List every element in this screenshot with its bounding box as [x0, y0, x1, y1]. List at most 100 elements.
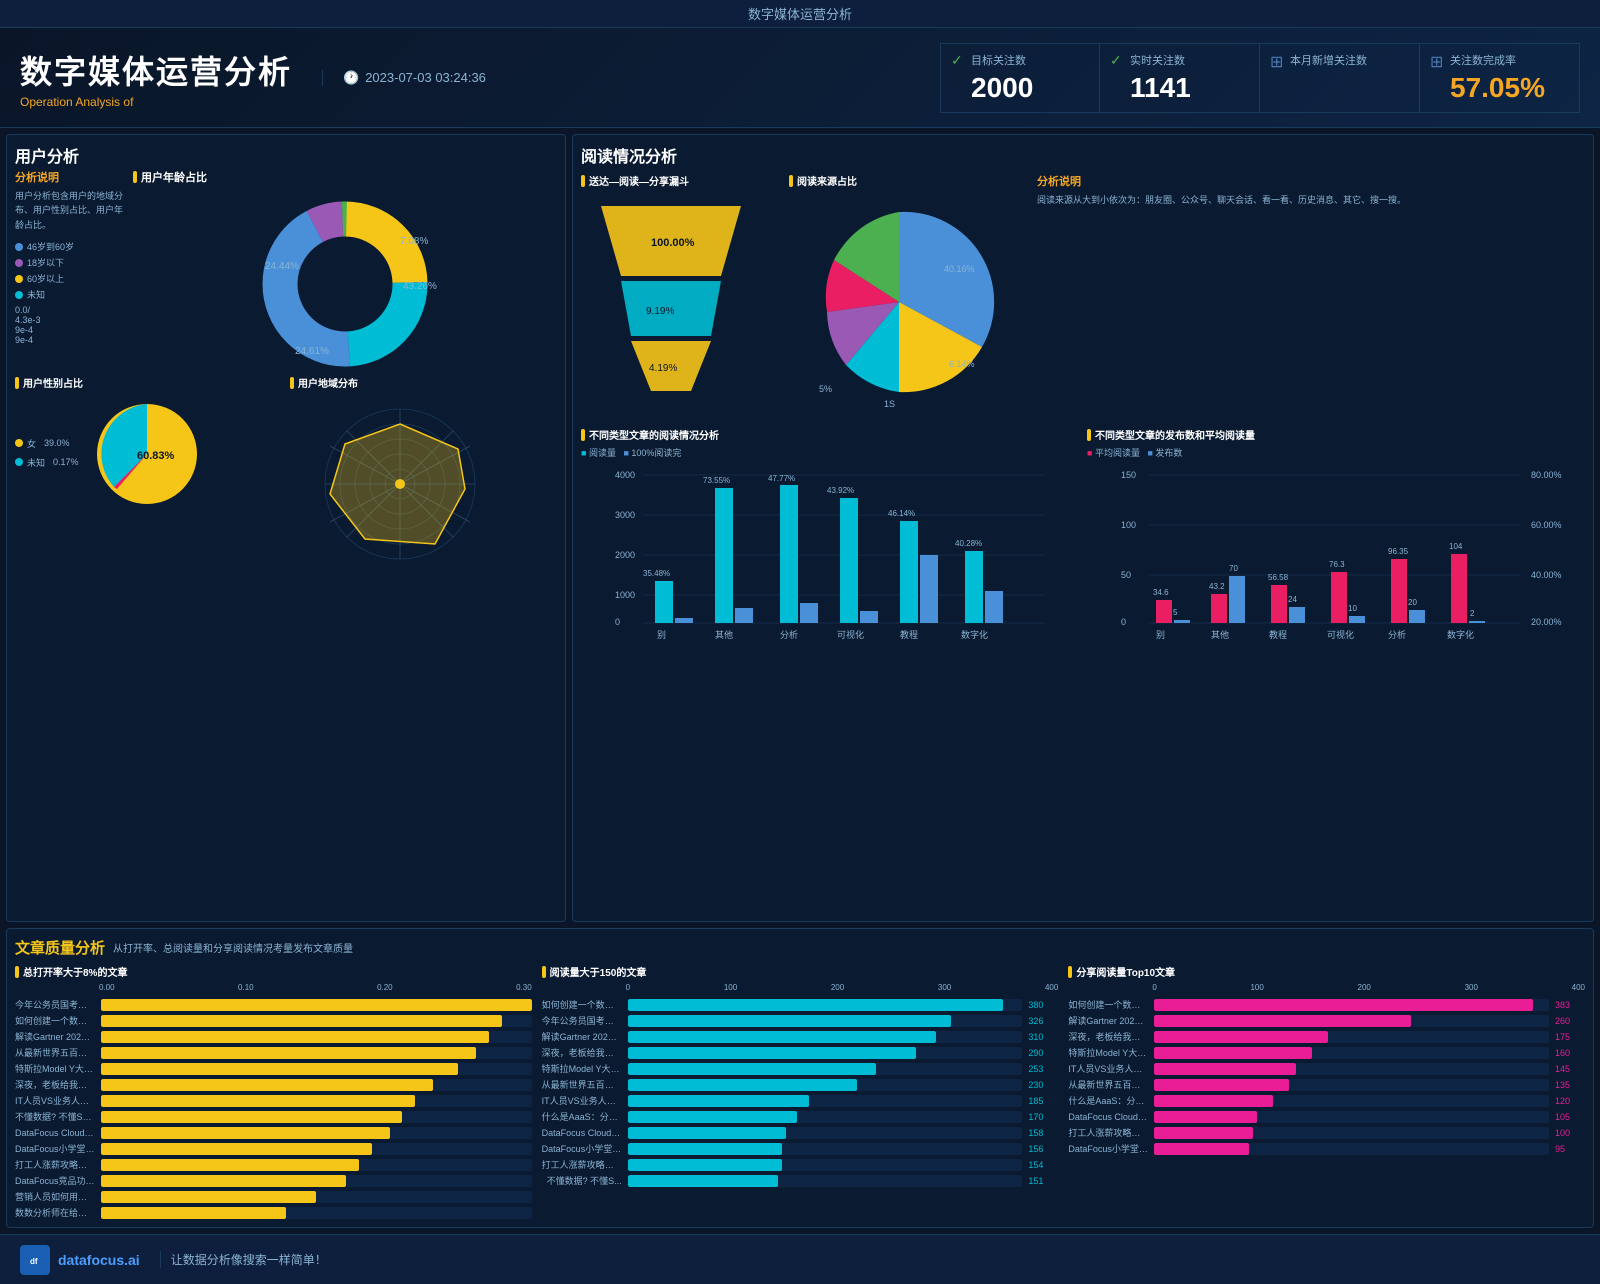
bar-track — [101, 1095, 532, 1107]
bar-fill — [101, 1143, 372, 1155]
bar-row: DataFocus Cloud今日... 105 — [1068, 1110, 1585, 1123]
bar-row: 如何创建一个数据驱... 383 — [1068, 998, 1585, 1011]
bar-row: 打工人涨薪攻略：年... 154 — [542, 1158, 1059, 1171]
bar-fill — [101, 1175, 346, 1187]
bar-row: 特斯拉Model Y大降价... 160 — [1068, 1046, 1585, 1059]
header: 数字媒体运营分析 Operation Analysis of 🕐 2023-07… — [0, 28, 1600, 128]
svg-text:76.3: 76.3 — [1329, 560, 1345, 569]
bar-label: DataFocus Cloud今日... — [15, 1126, 95, 1139]
bar-fill — [101, 1095, 415, 1107]
footer-tagline: 让数据分析像搜索一样简单！ — [160, 1251, 327, 1268]
bar-row: DataFocus小学堂 |结... 95 — [1068, 1142, 1585, 1155]
svg-text:80.00%: 80.00% — [1531, 470, 1562, 480]
datetime-value: 2023-07-03 03:24:36 — [365, 70, 486, 85]
stat-1: 4.3e-3 — [15, 315, 125, 325]
top-bar: 数字媒体运营分析 — [0, 0, 1600, 28]
region-chart: 用户地域分布 .radar-grid { fill: none; stroke:… — [290, 375, 557, 579]
stat-3: 9e-4 — [15, 335, 125, 345]
share-reading-x-axis: 0100200300400 — [1068, 983, 1585, 992]
bar-fill — [101, 1079, 433, 1091]
svg-text:40.00%: 40.00% — [1531, 570, 1562, 580]
article-quality-title: 文章质量分析 — [15, 937, 105, 958]
reading-right: 分析说明 阅读来源从大到小依次为：朋友圈、公众号、聊天会话、看一看、历史消息、其… — [1037, 173, 1585, 421]
stat-completion-value: 57.05% — [1450, 72, 1559, 104]
bar-fill — [101, 1063, 458, 1075]
funnel-svg: 100.00% 9.19% 4.19% — [581, 196, 761, 416]
type-read-subtitle: ■ 阅读量 ■ 100%阅读完 — [581, 446, 1079, 459]
df-logo-svg: df — [25, 1250, 45, 1270]
region-radar-svg: .radar-grid { fill: none; stroke: #1a3a5… — [290, 394, 510, 574]
age-stats: 0.0/ 4.3e-3 9e-4 9e-4 — [15, 305, 125, 345]
bar-label: 营销人员如何用满数... — [15, 1190, 95, 1203]
legend-60+: 60岁以上 — [15, 272, 125, 285]
svg-text:60.00%: 60.00% — [1531, 520, 1562, 530]
stat-target-value: 2000 — [971, 72, 1079, 104]
user-analysis-note: 分析说明 用户分析包含用户的地域分布、用户性别占比、用户年龄占比。 46岁到60… — [15, 169, 125, 369]
svg-text:教程: 教程 — [1269, 629, 1287, 640]
svg-text:60.83%: 60.83% — [137, 450, 175, 462]
svg-text:教程: 教程 — [900, 629, 918, 640]
bar-label: 从最新世界五百强企... — [15, 1046, 95, 1059]
source-pie-svg: 40.16% 6.14% 1S 5% — [789, 192, 1009, 412]
bar-row-12: DataFocus竞品功能展... — [15, 1174, 532, 1187]
age-donut-container: 用户年龄占比 — [133, 169, 557, 369]
footer: df datafocus.ai 让数据分析像搜索一样简单！ — [0, 1234, 1600, 1284]
source-chart: 阅读来源占比 — [789, 173, 1029, 421]
funnel-chart: 送达—阅读—分享漏斗 100.00% 9.19% 4.19% — [581, 173, 781, 421]
stat-realtime-value: 1141 — [1130, 72, 1239, 104]
reading-gt150-title: 阅读量大于150的文章 — [542, 964, 1059, 979]
layers-icon-2: ⊞ — [1430, 52, 1443, 72]
bar-track — [101, 1191, 532, 1203]
bar-label: 不懂数据? 不懂SQ... — [15, 1110, 95, 1123]
legend-unknown-label: 未知 — [27, 288, 45, 301]
bar-fill — [101, 1191, 316, 1203]
stat-target-label: 目标关注数 — [971, 52, 1079, 68]
legend-female: 女 39.0% — [15, 437, 79, 450]
bar-fill — [101, 1015, 502, 1027]
svg-text:35.48%: 35.48% — [643, 569, 670, 578]
bar-fill — [101, 1127, 390, 1139]
svg-text:0: 0 — [615, 617, 620, 627]
svg-text:43.92%: 43.92% — [827, 486, 854, 495]
analysis-note-content: 用户分析包含用户的地域分布、用户性别占比、用户年龄占比。 — [15, 189, 125, 232]
svg-text:可视化: 可视化 — [1327, 629, 1354, 640]
bar-row: 打工人涨薪攻略：年... 100 — [1068, 1126, 1585, 1139]
stats-row: ✓ 目标关注数 2000 ✓ 实时关注数 1141 ⊞ 本月新增关注数 ⊞ 关注… — [940, 43, 1580, 113]
reading-top-row: 送达—阅读—分享漏斗 100.00% 9.19% 4.19% — [581, 173, 1585, 421]
bar-label: 今年公务员国考竞争... — [15, 998, 95, 1011]
bar-fill — [101, 1047, 476, 1059]
svg-text:47.77%: 47.77% — [768, 474, 795, 483]
bar-track — [101, 1207, 532, 1219]
bar-row-8: 不懂数据? 不懂SQ... — [15, 1110, 532, 1123]
bar-row: 解读Gartner 2020数... 310 — [542, 1030, 1059, 1043]
bar-track — [101, 1111, 532, 1123]
legend-46-60-label: 46岁到60岁 — [27, 240, 74, 253]
reading-note-title: 分析说明 — [1037, 173, 1585, 189]
bar-row-9: DataFocus Cloud今日... — [15, 1126, 532, 1139]
logo-icon: df — [20, 1245, 50, 1275]
legend-18-: 18岁以下 — [15, 256, 125, 269]
svg-text:分析: 分析 — [1388, 629, 1406, 640]
type-publish-svg: 150 100 50 0 80.00% 60.00% 40.00% 20.00% — [1087, 463, 1585, 643]
bar-row: DataFocus小学堂 |... 156 — [542, 1142, 1059, 1155]
title-block: 数字媒体运营分析 Operation Analysis of — [20, 47, 292, 109]
svg-text:数字化: 数字化 — [961, 629, 988, 640]
legend-60-label: 60岁以上 — [27, 272, 64, 285]
footer-logo: df datafocus.ai — [20, 1245, 140, 1275]
bar-track — [101, 1079, 532, 1091]
bar-row-14: 数数分析师在给制图... — [15, 1206, 532, 1219]
bar-row: 从最新世界五百强企... 135 — [1068, 1078, 1585, 1091]
svg-text:别: 别 — [1156, 630, 1165, 640]
svg-text:5%: 5% — [819, 384, 832, 394]
svg-text:24.44%: 24.44% — [265, 261, 299, 272]
svg-text:数字化: 数字化 — [1447, 629, 1474, 640]
stat-realtime-label: 实时关注数 — [1130, 52, 1239, 68]
svg-text:10: 10 — [1348, 604, 1357, 613]
main-subtitle: Operation Analysis of — [20, 95, 292, 109]
reading-note: 分析说明 阅读来源从大到小依次为：朋友圈、公众号、聊天会话、看一看、历史消息、其… — [1037, 173, 1585, 207]
open-rate-title: 总打开率大于8%的文章 — [15, 964, 532, 979]
bar-label: DataFocus小学堂 |... — [15, 1142, 95, 1155]
svg-text:43.2: 43.2 — [1209, 582, 1225, 591]
svg-text:73.55%: 73.55% — [703, 476, 730, 485]
bar-row-13: 营销人员如何用满数... — [15, 1190, 532, 1203]
